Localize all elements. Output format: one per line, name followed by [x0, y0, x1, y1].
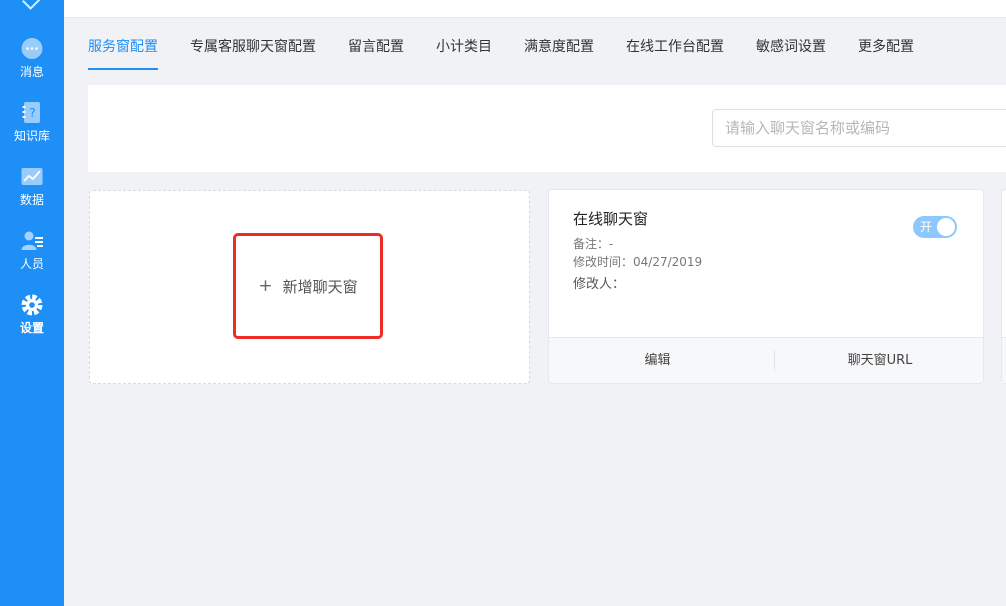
toggle-knob — [937, 218, 955, 236]
edit-button[interactable]: 编辑 — [549, 338, 766, 383]
sidebar-item-people[interactable]: 人员 — [0, 229, 64, 271]
chart-icon — [0, 165, 64, 189]
sidebar-item-data[interactable]: 数据 — [0, 165, 64, 207]
add-chat-window-button[interactable]: + 新增聊天窗 — [233, 233, 383, 339]
sidebar-item-label: 消息 — [19, 65, 44, 79]
people-icon — [0, 229, 64, 253]
tab-subtotal-category[interactable]: 小计类目 — [436, 36, 492, 70]
knowledge-book-icon: ? — [0, 101, 64, 125]
search-panel — [88, 85, 1006, 172]
sidebar-item-knowledge[interactable]: ? 知识库 — [0, 101, 64, 143]
tab-online-workbench[interactable]: 在线工作台配置 — [626, 36, 724, 70]
sidebar-item-messages[interactable]: 消息 — [0, 37, 64, 79]
top-bar — [64, 0, 1006, 18]
chat-window-remark: 备注：- — [573, 237, 614, 251]
add-chat-window-label: 新增聊天窗 — [282, 277, 358, 296]
tab-more-config[interactable]: 更多配置 — [858, 36, 914, 70]
sidebar-item-label: 设置 — [19, 321, 44, 335]
chat-window-modified-time: 修改时间：04/27/2019 — [573, 255, 703, 269]
chat-window-url-button[interactable]: 聊天窗URL — [775, 338, 983, 383]
chat-window-card-footer: 编辑 聊天窗URL — [549, 337, 983, 383]
chat-window-card-partial — [1001, 189, 1006, 384]
sidebar: 消息 ? 知识库 数据 人员 设置 — [0, 0, 64, 606]
svg-text:?: ? — [29, 106, 35, 120]
tab-service-window[interactable]: 服务窗配置 — [88, 36, 158, 70]
gear-icon — [0, 293, 64, 317]
chat-window-modifier: 修改人： — [573, 277, 626, 292]
tab-message-config[interactable]: 留言配置 — [348, 36, 404, 70]
sidebar-item-label: 数据 — [19, 193, 44, 207]
sidebar-item-label: 人员 — [19, 257, 44, 271]
chat-window-title: 在线聊天窗 — [573, 210, 649, 228]
sidebar-item-settings[interactable]: 设置 — [0, 293, 64, 335]
plus-icon: + — [258, 276, 273, 296]
toggle-label: 开 — [920, 220, 933, 234]
tab-satisfaction-config[interactable]: 满意度配置 — [524, 36, 594, 70]
tab-exclusive-chat-window[interactable]: 专属客服聊天窗配置 — [190, 36, 316, 70]
add-chat-window-card: + 新增聊天窗 — [89, 190, 530, 384]
chat-window-card-footer — [1002, 337, 1006, 383]
chat-window-enable-toggle[interactable]: 开 — [913, 216, 957, 238]
tab-sensitive-words[interactable]: 敏感词设置 — [756, 36, 826, 70]
search-input[interactable] — [712, 109, 1006, 147]
chat-window-card: 在线聊天窗 备注：- 修改时间：04/27/2019 修改人： 开 编辑 聊天窗… — [548, 189, 984, 384]
sidebar-item-label: 知识库 — [13, 129, 50, 143]
chat-bubble-icon — [0, 37, 64, 61]
collapse-chevron-icon[interactable] — [22, 0, 42, 10]
